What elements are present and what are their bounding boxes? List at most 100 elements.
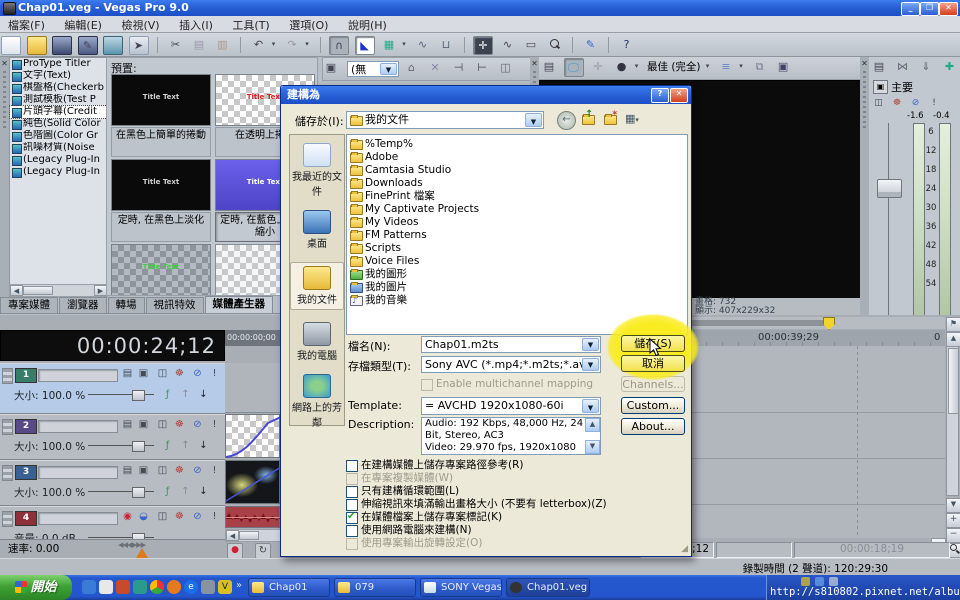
invert-phase-icon[interactable]: ◒ [136, 510, 151, 524]
expand-down-icon[interactable]: ↓ [196, 439, 211, 453]
cancel-button[interactable]: 取消 [621, 355, 685, 372]
generator-item-selected[interactable]: 片頭字幕(Credit [10, 106, 107, 118]
generator-item[interactable]: 文字(Text) [10, 70, 107, 82]
selection-end-time-box[interactable]: 00:00:18;19 [794, 542, 950, 558]
quick-launch-icon[interactable] [201, 580, 215, 594]
tray-icon[interactable] [801, 577, 810, 586]
import-media-icon[interactable]: ➤ [129, 36, 149, 55]
slider-thumb[interactable] [132, 487, 145, 498]
checkbox-icon[interactable] [346, 525, 358, 537]
file-list-item[interactable]: %Temp% [347, 138, 687, 151]
quick-launch-icon[interactable] [167, 580, 181, 594]
menu-tools[interactable]: 工具(T) [224, 16, 277, 32]
track-fx-icon[interactable]: ◫ [155, 367, 170, 381]
mute-icon[interactable]: ⊘ [190, 367, 205, 381]
track-name-field[interactable] [38, 466, 118, 479]
place-my-documents-selected[interactable]: 我的文件 [290, 262, 344, 310]
minimize-button[interactable]: _ [901, 2, 920, 16]
save-snapshot-icon[interactable]: ▣ [774, 58, 792, 75]
vscrollbar-track[interactable] [946, 346, 959, 496]
slider-thumb[interactable] [132, 390, 145, 401]
solo-icon[interactable]: ! [207, 367, 222, 381]
solo-icon[interactable]: ! [207, 418, 222, 432]
generator-item[interactable]: 棋盤格(Checkerb [10, 82, 107, 94]
close-panel-icon[interactable]: ✕ [530, 59, 539, 68]
chevron-down-icon[interactable]: ▾ [633, 58, 641, 75]
tray-icon[interactable] [829, 577, 838, 586]
zoom-out-vertical-icon[interactable]: − [946, 528, 960, 543]
place-network[interactable]: 網路上的芳鄰 [290, 374, 344, 429]
restore-button[interactable]: ❐ [920, 2, 939, 16]
quick-launch-icon-vegas[interactable]: V [218, 580, 232, 594]
parent-motion-icon[interactable]: ▣ [136, 367, 151, 381]
menu-file[interactable]: 檔案(F) [0, 16, 53, 32]
quick-launch-icon[interactable] [133, 580, 147, 594]
checkbox-icon[interactable] [346, 486, 358, 498]
timeline-lanes[interactable] [690, 346, 945, 538]
fx-icon[interactable]: ◫ [872, 97, 885, 109]
vscrollbar-thumb[interactable] [948, 348, 959, 414]
quick-launch-icon[interactable] [82, 580, 96, 594]
timeline-ruler[interactable]: 00:00:39;29 0 [690, 330, 945, 347]
downmix-output-icon[interactable]: ⇓ [917, 58, 935, 75]
custom-button[interactable]: Custom... [621, 397, 685, 414]
auto-ripple-icon[interactable]: ▦ [380, 36, 398, 53]
track-header-4-audio[interactable]: 4 ◉ ◒ ◫ ☸ ⊘ ! 音量: 0.0 dB [0, 506, 225, 540]
pencil-tool-icon[interactable]: ✎ [582, 36, 600, 53]
lane-track-3-video-clip[interactable] [225, 460, 280, 504]
quick-launch-icon[interactable] [150, 580, 164, 594]
place-desktop[interactable]: 桌面 [290, 210, 344, 250]
close-panel-icon[interactable]: ✕ [860, 59, 869, 68]
chevron-down-icon[interactable]: ▾ [737, 58, 745, 75]
mute-icon[interactable]: ⊘ [190, 510, 205, 524]
generator-item[interactable]: ProType Titler [10, 58, 107, 70]
undo-icon[interactable]: ↶ [250, 36, 268, 53]
loop-region-bar[interactable] [690, 320, 828, 326]
preview-quality-dropdown[interactable]: 最佳 (完全) [647, 57, 701, 77]
checkbox-checked-icon[interactable] [346, 512, 358, 524]
preset-caption[interactable]: 在黑色上簡單的捲動 [111, 127, 211, 157]
loop-region-marker[interactable] [823, 317, 835, 330]
place-recent-documents[interactable]: 我最近的文件 [290, 143, 344, 198]
undo-dropdown-icon[interactable]: ▾ [270, 36, 278, 53]
tab-explorer[interactable]: 瀏覽器 [59, 297, 107, 313]
generator-item[interactable]: 純色(Solid Color [10, 118, 107, 130]
track-number-badge[interactable]: 4 [15, 511, 37, 526]
generator-item[interactable]: 色階圖(Color Gr [10, 130, 107, 142]
track-grip[interactable] [2, 368, 13, 384]
overlay-mode-icon[interactable]: ● [613, 58, 631, 75]
track-header-3[interactable]: 3 ▤ ▣ ◫ ☸ ⊘ ! 大小: 100.0 % ƒ ↑ ↓ [0, 460, 225, 506]
trimmer-prev-icon[interactable]: ⊣ [450, 59, 468, 76]
grid-overlay-icon[interactable]: ✛ [589, 58, 607, 75]
checkbox-stretch-video[interactable]: 伸縮視訊來填滿輸出畫格大小 (不要有 letterbox)(Z) [346, 498, 607, 511]
automation-gear-icon[interactable]: ☸ [172, 510, 187, 524]
quantize-frames-icon[interactable]: ◣ [355, 36, 375, 55]
split-screen-icon[interactable]: ≡ [717, 58, 735, 75]
file-list-item[interactable]: Scripts [347, 242, 687, 255]
settings-gear-icon[interactable]: ☸ [891, 97, 904, 109]
checkbox-save-project-path[interactable]: 在建構媒體上儲存專案路徑參考(R) [346, 459, 524, 472]
expand-up-icon[interactable]: ↑ [178, 485, 193, 499]
level-slider[interactable] [88, 491, 154, 492]
paste-icon[interactable]: ▥ [214, 36, 232, 53]
mute-icon[interactable]: ⊘ [190, 464, 205, 478]
slider-thumb[interactable] [132, 441, 145, 452]
file-list-item[interactable]: Downloads [347, 177, 687, 190]
save-project-icon[interactable] [52, 36, 72, 55]
ignore-grouping-icon[interactable]: ⊔ [437, 36, 455, 53]
place-my-computer[interactable]: 我的電腦 [290, 322, 344, 362]
up-one-level-icon[interactable]: ↑ [581, 112, 598, 127]
redo-dropdown-icon[interactable]: ▾ [303, 36, 311, 53]
record-button[interactable]: ● [227, 543, 243, 559]
copy-icon[interactable]: ▤ [190, 36, 208, 53]
tab-project-media[interactable]: 專案媒體 [0, 297, 58, 313]
insert-bus-icon[interactable]: ⋈ [894, 58, 912, 75]
track-header-1[interactable]: 1 ▤ ▣ ◫ ☸ ⊘ ! 大小: 100.0 % ƒ ↑ ↓ [0, 363, 225, 414]
generator-item[interactable]: (Legacy Plug-In [10, 154, 107, 166]
whats-this-help-icon[interactable]: ? [618, 36, 636, 53]
solo-icon[interactable]: ! [928, 97, 941, 109]
open-project-icon[interactable] [27, 36, 47, 55]
quick-launch-icon[interactable] [116, 580, 130, 594]
track-number-badge[interactable]: 1 [15, 368, 37, 383]
filename-field[interactable]: Chap01.m2ts▼ [421, 336, 601, 353]
